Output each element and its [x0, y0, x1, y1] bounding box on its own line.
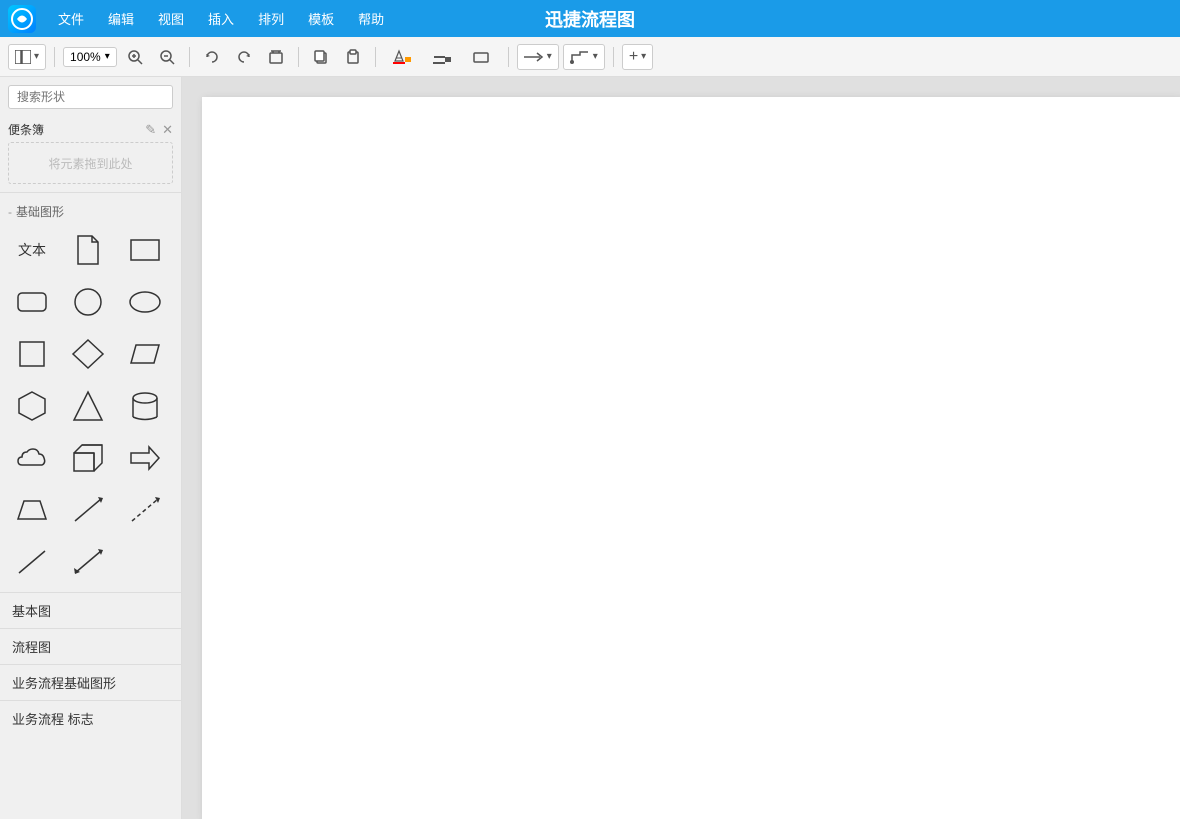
separator-5	[508, 47, 509, 67]
line-color-button[interactable]	[424, 44, 460, 70]
svg-text:文本: 文本	[18, 243, 46, 259]
app-title: 迅捷流程图	[545, 6, 635, 32]
menu-file[interactable]: 文件	[48, 5, 94, 32]
shape-rounded-rect[interactable]	[8, 280, 56, 324]
basic-shapes-header: 基础图形	[0, 197, 181, 224]
canvas-container[interactable]	[182, 77, 1180, 819]
menu-insert[interactable]: 插入	[198, 5, 244, 32]
shape-diamond[interactable]	[64, 332, 112, 376]
canvas-area	[202, 97, 1180, 819]
shapes-row-5	[0, 432, 181, 484]
menu-edit[interactable]: 编辑	[98, 5, 144, 32]
bookmarks-header: 便条簿 ✎ ✕	[8, 121, 173, 138]
zoom-dropdown-icon: ▾	[105, 51, 110, 62]
shape-ellipse[interactable]	[121, 280, 169, 324]
main-layout: 便条簿 ✎ ✕ 将元素拖到此处 基础图形 文本	[0, 77, 1180, 819]
bookmarks-section: 便条簿 ✎ ✕ 将元素拖到此处	[0, 117, 181, 193]
shape-triangle[interactable]	[64, 384, 112, 428]
shapes-row-1: 文本	[0, 224, 181, 276]
category-bpmn-icons[interactable]: 业务流程 标志	[0, 700, 181, 736]
separator-3	[298, 47, 299, 67]
shape-dashed-line[interactable]	[121, 488, 169, 532]
shape-cloud[interactable]	[8, 436, 56, 480]
connect-style[interactable]: ▾	[563, 44, 605, 70]
shape-3dbox[interactable]	[64, 436, 112, 480]
edit-bookmark-icon[interactable]: ✎	[145, 122, 156, 138]
fill-color-button[interactable]	[384, 44, 420, 70]
bookmarks-actions: ✎ ✕	[145, 122, 173, 138]
app-logo	[8, 5, 36, 33]
shapes-row-2	[0, 276, 181, 328]
separator-2	[189, 47, 190, 67]
menu-help[interactable]: 帮助	[348, 5, 394, 32]
category-bpmn-basic[interactable]: 业务流程基础图形	[0, 664, 181, 700]
bookmarks-title: 便条簿	[8, 121, 44, 138]
shape-rectangle[interactable]	[121, 228, 169, 272]
separator-6	[613, 47, 614, 67]
separator-1	[54, 47, 55, 67]
shape-text[interactable]: 文本	[8, 228, 56, 272]
menu-view[interactable]: 视图	[148, 5, 194, 32]
shape-hexagon[interactable]	[8, 384, 56, 428]
shapes-row-6	[0, 484, 181, 536]
menu-arrange[interactable]: 排列	[248, 5, 294, 32]
undo-button[interactable]	[198, 44, 226, 70]
zoom-out-button[interactable]	[153, 44, 181, 70]
paste-button[interactable]	[339, 44, 367, 70]
category-list: 基本图 流程图 业务流程基础图形 业务流程 标志	[0, 588, 181, 740]
shape-bidirectional-line[interactable]	[64, 540, 112, 584]
shape-arrow[interactable]	[121, 436, 169, 480]
shape-trapezoid[interactable]	[8, 488, 56, 532]
close-bookmark-icon[interactable]: ✕	[162, 122, 173, 138]
bookmark-drop-zone: 将元素拖到此处	[8, 142, 173, 184]
redo-button[interactable]	[230, 44, 258, 70]
shape-circle[interactable]	[64, 280, 112, 324]
sidebar: 便条簿 ✎ ✕ 将元素拖到此处 基础图形 文本	[0, 77, 182, 819]
search-input[interactable]	[17, 90, 172, 104]
separator-4	[375, 47, 376, 67]
shapes-panel: 基础图形 文本	[0, 193, 181, 819]
zoom-in-button[interactable]	[121, 44, 149, 70]
shape-cylinder[interactable]	[121, 384, 169, 428]
shapes-row-3	[0, 328, 181, 380]
shape-line-simple[interactable]	[8, 540, 56, 584]
shape-empty	[121, 540, 169, 584]
category-basic[interactable]: 基本图	[0, 592, 181, 628]
search-box[interactable]	[8, 85, 173, 109]
shapes-row-4	[0, 380, 181, 432]
category-flowchart[interactable]: 流程图	[0, 628, 181, 664]
zoom-control[interactable]: 100% ▾	[63, 47, 117, 67]
add-button[interactable]: + ▾	[622, 44, 653, 70]
shape-page[interactable]	[64, 228, 112, 272]
toolbar: ▾ 100% ▾	[0, 37, 1180, 77]
menu-bar: 文件 编辑 视图 插入 排列 模板 帮助 迅捷流程图	[0, 0, 1180, 37]
delete-button[interactable]	[262, 44, 290, 70]
arrow-style[interactable]: ▾	[517, 44, 559, 70]
shape-square[interactable]	[8, 332, 56, 376]
menu-template[interactable]: 模板	[298, 5, 344, 32]
copy-button[interactable]	[307, 44, 335, 70]
zoom-value: 100%	[70, 50, 101, 64]
shapes-row-7	[0, 536, 181, 588]
shape-diagonal-line[interactable]	[64, 488, 112, 532]
shape-style-button[interactable]	[464, 44, 500, 70]
layout-toggle[interactable]: ▾	[8, 44, 46, 70]
shape-parallelogram[interactable]	[121, 332, 169, 376]
